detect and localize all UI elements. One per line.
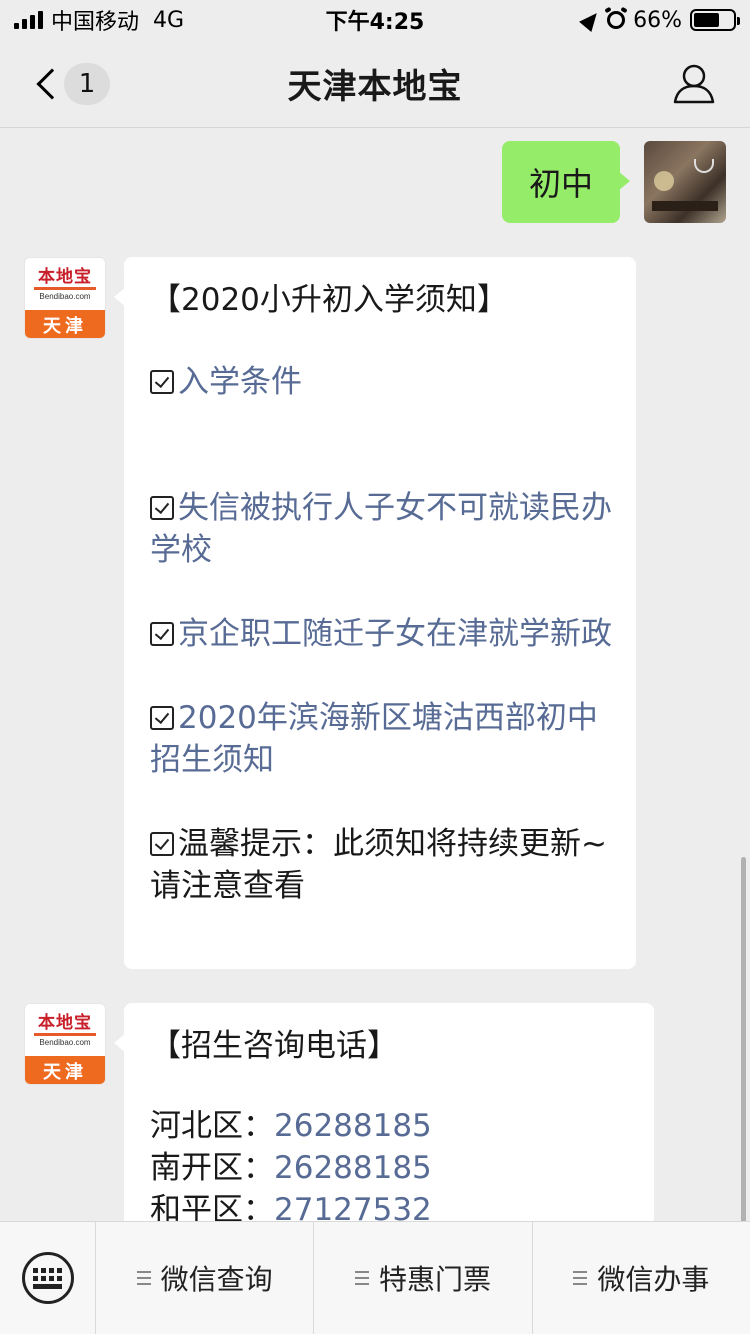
list-item[interactable]: 入学条件	[150, 361, 614, 403]
chevron-left-icon	[36, 68, 68, 100]
card-heading: 【2020小升初入学须知】	[150, 282, 508, 318]
user-avatar[interactable]	[644, 141, 726, 223]
avatar-city: 天津	[25, 1056, 105, 1084]
checkbox-icon	[150, 832, 174, 856]
phone-number-link[interactable]: 26288185	[274, 1150, 432, 1186]
menu-weixin-services[interactable]: 微信办事	[533, 1222, 750, 1334]
avatar-logo-sub: Bendibao.com	[39, 292, 91, 301]
article-link[interactable]: 入学条件	[178, 364, 302, 400]
list-item[interactable]: 2020年滨海新区塘沽西部初中招生须知	[150, 697, 614, 781]
alarm-icon	[607, 11, 626, 29]
phone-row: 和平区：27127532	[150, 1189, 632, 1221]
keyboard-toggle-button[interactable]	[0, 1222, 96, 1334]
menu-label: 特惠门票	[378, 1263, 491, 1296]
status-bar: 中国移动 4G 下午4:25 66%	[0, 0, 750, 40]
bottom-menu: 微信查询 特惠门票 微信办事	[0, 1221, 750, 1334]
unread-badge[interactable]: 1	[64, 63, 110, 105]
menu-discount-tickets[interactable]: 特惠门票	[314, 1222, 533, 1334]
card-heading: 【招生咨询电话】	[150, 1028, 398, 1064]
checkbox-icon	[150, 370, 174, 394]
list-item[interactable]: 失信被执行人子女不可就读民办学校	[150, 487, 614, 571]
article-link[interactable]: 京企职工随迁子女在津就学新政	[178, 616, 612, 652]
phone-number-link[interactable]: 26288185	[274, 1108, 432, 1144]
tip-text: 温馨提示：此须知将持续更新~请注意查看	[150, 826, 607, 904]
status-right: 66%	[579, 7, 740, 33]
chat-area[interactable]: 初中 本地宝 Bendibao.com 天津 【2020小升初入学须知】 入学条…	[0, 129, 750, 1221]
menu-icon	[354, 1271, 369, 1285]
district-label: 河北区：	[150, 1108, 274, 1144]
avatar-city: 天津	[25, 310, 105, 338]
network-type: 4G	[153, 7, 185, 33]
phone-row: 南开区：26288185	[150, 1147, 632, 1189]
checkbox-icon	[150, 706, 174, 730]
phone-row: 河北区：26288185	[150, 1105, 632, 1147]
menu-icon	[136, 1271, 151, 1285]
menu-label: 微信查询	[160, 1263, 273, 1296]
avatar-logo-text: 本地宝	[34, 267, 96, 290]
battery-percent: 66%	[633, 7, 682, 33]
avatar-logo-sub: Bendibao.com	[39, 1038, 91, 1047]
avatar-logo-text: 本地宝	[34, 1013, 96, 1036]
battery-icon	[690, 9, 740, 31]
official-account-avatar[interactable]: 本地宝 Bendibao.com 天津	[24, 1003, 106, 1085]
list-item[interactable]: 京企职工随迁子女在津就学新政	[150, 613, 614, 655]
article-link[interactable]: 失信被执行人子女不可就读民办学校	[150, 490, 612, 568]
carrier-name: 中国移动	[51, 10, 140, 35]
profile-button[interactable]	[672, 62, 716, 106]
location-icon	[579, 7, 604, 33]
tip-item: 温馨提示：此须知将持续更新~请注意查看	[150, 823, 614, 907]
district-label: 和平区：	[150, 1192, 274, 1221]
keyboard-icon	[21, 1252, 74, 1304]
menu-label: 微信办事	[597, 1263, 710, 1296]
nav-bar: 1 天津本地宝	[0, 40, 750, 128]
phone-card-bubble: 【招生咨询电话】 河北区：26288185 南开区：26288185 和平区：2…	[114, 1003, 654, 1221]
user-message-text: 初中	[528, 165, 593, 203]
user-message-bubble[interactable]: 初中	[502, 141, 630, 223]
official-account-avatar[interactable]: 本地宝 Bendibao.com 天津	[24, 257, 106, 339]
back-button[interactable]	[28, 60, 68, 108]
info-card-bubble: 【2020小升初入学须知】 入学条件 失信被执行人子女不可就读民办学校 京企职工…	[114, 257, 636, 969]
checkbox-icon	[150, 622, 174, 646]
phone-number-link[interactable]: 27127532	[274, 1192, 432, 1221]
scrollbar[interactable]	[741, 857, 746, 1221]
status-left: 中国移动 4G	[14, 4, 184, 36]
menu-icon	[573, 1271, 588, 1285]
district-label: 南开区：	[150, 1150, 274, 1186]
menu-weixin-query[interactable]: 微信查询	[96, 1222, 315, 1334]
signal-icon	[14, 11, 43, 29]
checkbox-icon	[150, 496, 174, 520]
article-link[interactable]: 2020年滨海新区塘沽西部初中招生须知	[150, 700, 598, 778]
page-title: 天津本地宝	[287, 67, 463, 107]
person-icon	[673, 64, 715, 104]
battery-level	[694, 13, 720, 27]
